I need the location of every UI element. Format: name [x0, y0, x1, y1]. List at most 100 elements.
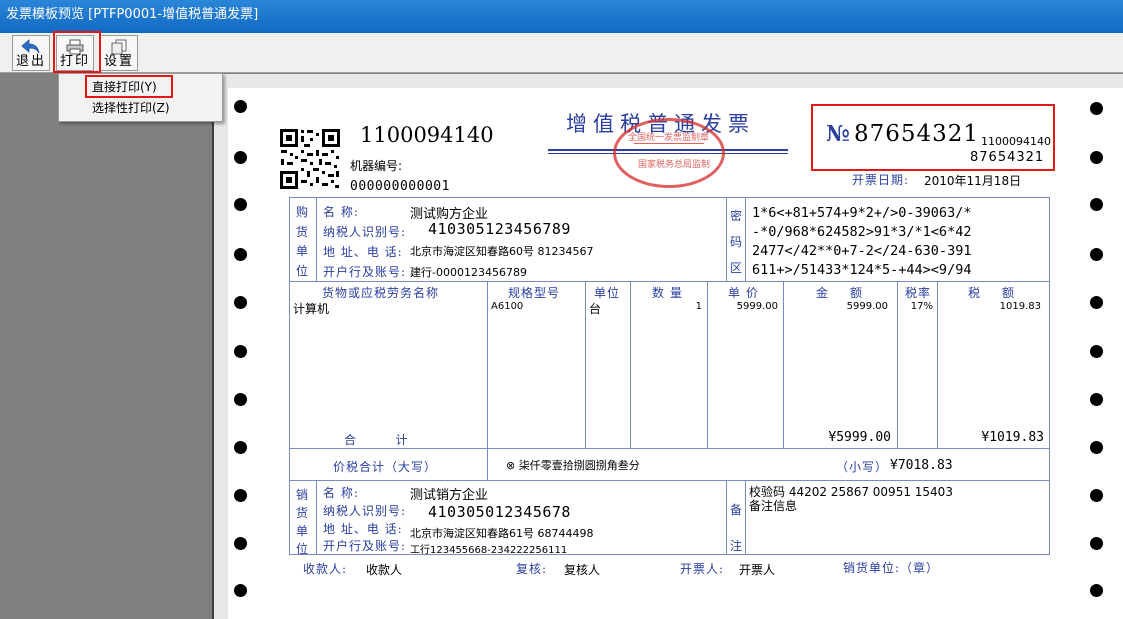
buyer-taxid-label: 纳税人识别号:: [323, 225, 407, 239]
grid-line: [487, 281, 488, 448]
buyer-side-char: 位: [296, 263, 310, 278]
seller-seal-label: 销货单位:（章）: [843, 561, 940, 575]
buyer-address-label: 地 址、电 话:: [323, 245, 403, 259]
window-title: 发票模板预览 [PTFP0001-增值税普通发票]: [6, 7, 259, 22]
sprocket-hole: [1090, 584, 1103, 597]
sprocket-hole: [234, 393, 247, 406]
seller-bank: 工行123455668-234222256111: [410, 545, 568, 556]
grid-line: [487, 448, 488, 480]
sprocket-hole: [234, 100, 247, 113]
sprocket-hole: [1090, 296, 1103, 309]
buyer-address: 北京市海淀区知春路60号 81234567: [410, 245, 594, 258]
seal-text-top: 全国统一发票监制章: [628, 133, 710, 143]
seller-side-char: 销: [296, 488, 310, 502]
checker: 复核人: [564, 563, 601, 577]
col-header-tax: 税额: [968, 286, 1037, 300]
col-header-name: 货物或应税劳务名称: [322, 286, 440, 300]
invoice-number-small: 87654321: [970, 150, 1045, 165]
cipher-line: -*0/968*624582>91*3/*1<6*42: [752, 224, 972, 240]
cipher-side-char: 密: [730, 209, 744, 223]
item-qty: 1: [695, 301, 702, 312]
sprocket-hole: [1090, 393, 1103, 406]
grid-line: [585, 281, 586, 448]
seller-side-char: 位: [296, 542, 310, 556]
sprocket-hole: [234, 584, 247, 597]
buyer-bank-label: 开户行及账号:: [323, 265, 407, 279]
grid-line: [726, 480, 727, 555]
cipher-text: 1*6<+81+574+9*2+/>0-39063/* -*0/968*6245…: [752, 204, 971, 280]
grid-line: [726, 197, 727, 281]
cipher-side-char: 码: [730, 235, 744, 249]
seller-bank-label: 开户行及账号:: [323, 539, 407, 553]
sprocket-hole: [234, 441, 247, 454]
print-label: 打印: [59, 54, 90, 69]
remark-side-char: 备: [730, 503, 744, 517]
drawer-label: 开票人:: [680, 562, 725, 576]
exit-button[interactable]: 退出: [12, 35, 50, 71]
preview-background: [0, 74, 212, 619]
settings-pages-icon: [111, 39, 127, 55]
exit-label: 退出: [15, 54, 46, 69]
item-rate: 17%: [910, 301, 933, 312]
remark-line: 校验码 44202 25867 00951 15403: [749, 485, 953, 499]
seller-side-char: 单: [296, 524, 310, 538]
machine-number: 000000000001: [350, 179, 450, 194]
col-header-rate: 税率: [905, 286, 932, 300]
invoice-code-small: 1100094140: [981, 135, 1051, 148]
back-arrow-icon: [21, 39, 40, 54]
grid-line: [745, 480, 746, 555]
col-header-price: 单价: [728, 286, 765, 300]
sprocket-hole: [234, 489, 247, 502]
buyer-side-char: 货: [296, 224, 310, 239]
sum-words: ⊗ 柒仟零壹拾捌圆捌角叁分: [506, 459, 640, 472]
grid-line: [289, 448, 1050, 449]
remark-side-char: 注: [730, 539, 744, 553]
sum-small-label: （小写）: [836, 460, 889, 474]
buyer-taxid: 410305123456789: [428, 220, 571, 238]
cipher-line: 2477</42**0+7-2</24-630-391: [752, 243, 972, 259]
grid-line: [316, 480, 317, 555]
sprocket-hole: [234, 198, 247, 211]
item-price: 5999.00: [736, 301, 778, 312]
drawer: 开票人: [739, 563, 776, 577]
menu-item-selective-print[interactable]: 选择性打印(Z): [92, 99, 170, 117]
item-tax: 1019.83: [999, 301, 1041, 312]
col-header-spec: 规格型号: [508, 286, 561, 300]
tax-seal-stamp: 全国统一发票监制章 国家税务总局监制: [613, 118, 725, 188]
buyer-name-label: 名 称:: [323, 205, 359, 219]
sprocket-hole: [234, 537, 247, 550]
qr-code-icon: [279, 128, 341, 190]
grid-line: [289, 281, 1050, 282]
invoice-code: 1100094140: [360, 123, 494, 147]
cipher-line: 611+>/51433*124*5-+44><9/94: [752, 262, 972, 278]
item-name: 计算机: [293, 302, 330, 316]
buyer-side-char: 购: [296, 205, 310, 219]
sprocket-hole: [1090, 198, 1103, 211]
settings-button[interactable]: 设置: [100, 35, 138, 71]
seller-taxid-label: 纳税人识别号:: [323, 504, 407, 518]
cipher-line: 1*6<+81+574+9*2+/>0-39063/*: [752, 205, 972, 221]
sum-small: ¥7018.83: [890, 458, 953, 473]
settings-label: 设置: [103, 54, 134, 69]
sprocket-hole: [1090, 537, 1103, 550]
sprocket-hole: [1090, 489, 1103, 502]
buyer-side-label: 购 货 单 位: [296, 203, 310, 281]
seller-name-label: 名 称:: [323, 486, 359, 500]
sum-words-label: 价税合计（大写）: [333, 460, 438, 474]
sprocket-hole: [1090, 248, 1103, 261]
grid-line: [745, 197, 746, 281]
print-menu: 直接打印(Y) 选择性打印(Z): [58, 73, 223, 122]
menu-item-direct-print[interactable]: 直接打印(Y): [92, 78, 157, 96]
col-header-qty: 数量: [652, 286, 689, 300]
total-tax: ¥1019.83: [981, 430, 1044, 445]
seller-address: 北京市海淀区知春路61号 68744498: [410, 527, 594, 540]
col-header-amount: 金额: [816, 286, 885, 300]
payee: 收款人: [366, 563, 403, 577]
seller-taxid: 410305012345678: [428, 503, 571, 521]
print-button[interactable]: 打印: [56, 35, 94, 71]
col-header-unit: 单位: [594, 286, 621, 300]
seller-side-label: 销 货 单 位: [296, 486, 310, 558]
toolbar: 退出 打印 设置: [0, 33, 1123, 73]
remarks: 校验码 44202 25867 00951 15403 备注信息: [749, 485, 953, 513]
grid-line: [316, 197, 317, 281]
